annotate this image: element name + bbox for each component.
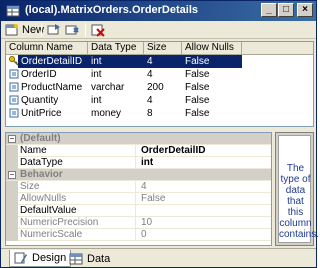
delete-column-button[interactable] [65,22,79,38]
close-button[interactable]: × [297,3,313,17]
cell-column-name[interactable]: OrderDetailID [18,55,88,68]
table-designer-window: (local).MatrixOrders.OrderDetails _ □ × … [0,0,320,268]
cell-data-type[interactable]: int [88,94,144,107]
property-value-numericscale[interactable]: 0 [138,229,271,241]
tab-design[interactable]: Design [9,250,72,267]
cell-allow-nulls[interactable]: False [182,107,242,120]
column-grid: Column Name Data Type Size Allow Nulls O… [5,41,314,127]
toolbar: New [1,21,316,39]
property-value-numericprecision[interactable]: 10 [138,217,271,229]
tab-data[interactable]: Data [65,250,114,267]
collapse-icon[interactable]: − [8,135,16,143]
cell-size[interactable]: 200 [144,81,182,94]
title-bar[interactable]: (local).MatrixOrders.OrderDetails _ □ × [1,1,316,21]
tab-design-label: Design [32,252,67,264]
tab-data-label: Data [87,252,111,265]
category-behavior[interactable]: − Behavior [6,169,271,181]
table-row[interactable]: Quantity int 4 False [6,94,313,107]
help-description: The type of data that this column contai… [279,163,320,240]
cell-data-type[interactable]: int [88,55,144,68]
property-row-numericscale[interactable]: NumericScale 0 [6,229,271,241]
delete-column-icon [65,25,79,35]
window-title: (local).MatrixOrders.OrderDetails [25,4,199,16]
property-value-size[interactable]: 4 [138,181,271,193]
view-tab-bar: Design Data [1,248,316,267]
table-icon [6,5,20,17]
cell-allow-nulls[interactable]: False [182,55,242,68]
header-allow-nulls[interactable]: Allow Nulls [182,42,242,55]
table-row[interactable]: OrderID int 4 False [6,68,313,81]
table-row[interactable]: UnitPrice money 8 False [6,107,313,120]
property-label: DataType [18,157,136,169]
delete-button[interactable] [91,22,105,38]
cell-allow-nulls[interactable]: False [182,68,242,81]
cell-data-type[interactable]: int [88,68,144,81]
property-row-allownulls[interactable]: AllowNulls False [6,193,271,205]
collapse-icon[interactable]: − [8,171,16,179]
grid-header: Column Name Data Type Size Allow Nulls [6,42,313,55]
property-label: Name [18,145,136,157]
maximize-button[interactable]: □ [278,3,294,17]
cell-allow-nulls[interactable]: False [182,81,242,94]
cell-size[interactable]: 4 [144,94,182,107]
new-button[interactable]: New [5,22,44,38]
property-row-datatype[interactable]: DataType int [6,157,271,169]
property-label: Size [18,181,136,193]
table-row[interactable]: ProductName varchar 200 False [6,81,313,94]
insert-column-button[interactable] [47,22,61,38]
data-grid-icon [69,253,83,264]
table-row[interactable]: OrderDetailID int 4 False [6,55,313,68]
cell-size[interactable]: 8 [144,107,182,120]
insert-column-icon [47,24,60,35]
delete-red-icon [91,24,105,37]
help-panel: The type of data that this column contai… [275,132,320,246]
cell-column-name[interactable]: UnitPrice [18,107,88,120]
new-table-icon [5,24,18,36]
cell-data-type[interactable]: money [88,107,144,120]
property-value-name[interactable]: OrderDetailID [138,145,271,157]
design-icon [14,252,27,264]
category-label: Behavior [20,169,63,180]
cell-column-name[interactable]: OrderID [18,68,88,81]
property-row-defaultvalue[interactable]: DefaultValue [6,205,271,217]
property-row-name[interactable]: Name OrderDetailID [6,145,271,157]
help-box: The type of data that this column contai… [278,135,320,243]
property-value-datatype[interactable]: int [138,157,271,169]
header-column-name[interactable]: Column Name [6,42,88,55]
property-label: NumericScale [18,229,136,241]
cell-data-type[interactable]: varchar [88,81,144,94]
property-label: DefaultValue [18,205,136,217]
property-grid: − (Default) Name OrderDetailID DataType … [5,132,272,246]
property-value-defaultvalue[interactable] [138,205,271,217]
cell-column-name[interactable]: Quantity [18,94,88,107]
category-default[interactable]: − (Default) [6,133,271,145]
minimize-button[interactable]: _ [261,3,277,17]
cell-column-name[interactable]: ProductName [18,81,88,94]
property-row-size[interactable]: Size 4 [6,181,271,193]
property-label: NumericPrecision [18,217,136,229]
property-label: AllowNulls [18,193,136,205]
category-label: (Default) [20,133,61,144]
header-size[interactable]: Size [144,42,182,55]
cell-allow-nulls[interactable]: False [182,94,242,107]
property-value-allownulls[interactable]: False [138,193,271,205]
property-row-numericprecision[interactable]: NumericPrecision 10 [6,217,271,229]
cell-size[interactable]: 4 [144,68,182,81]
header-data-type[interactable]: Data Type [88,42,144,55]
cell-size[interactable]: 4 [144,55,182,68]
